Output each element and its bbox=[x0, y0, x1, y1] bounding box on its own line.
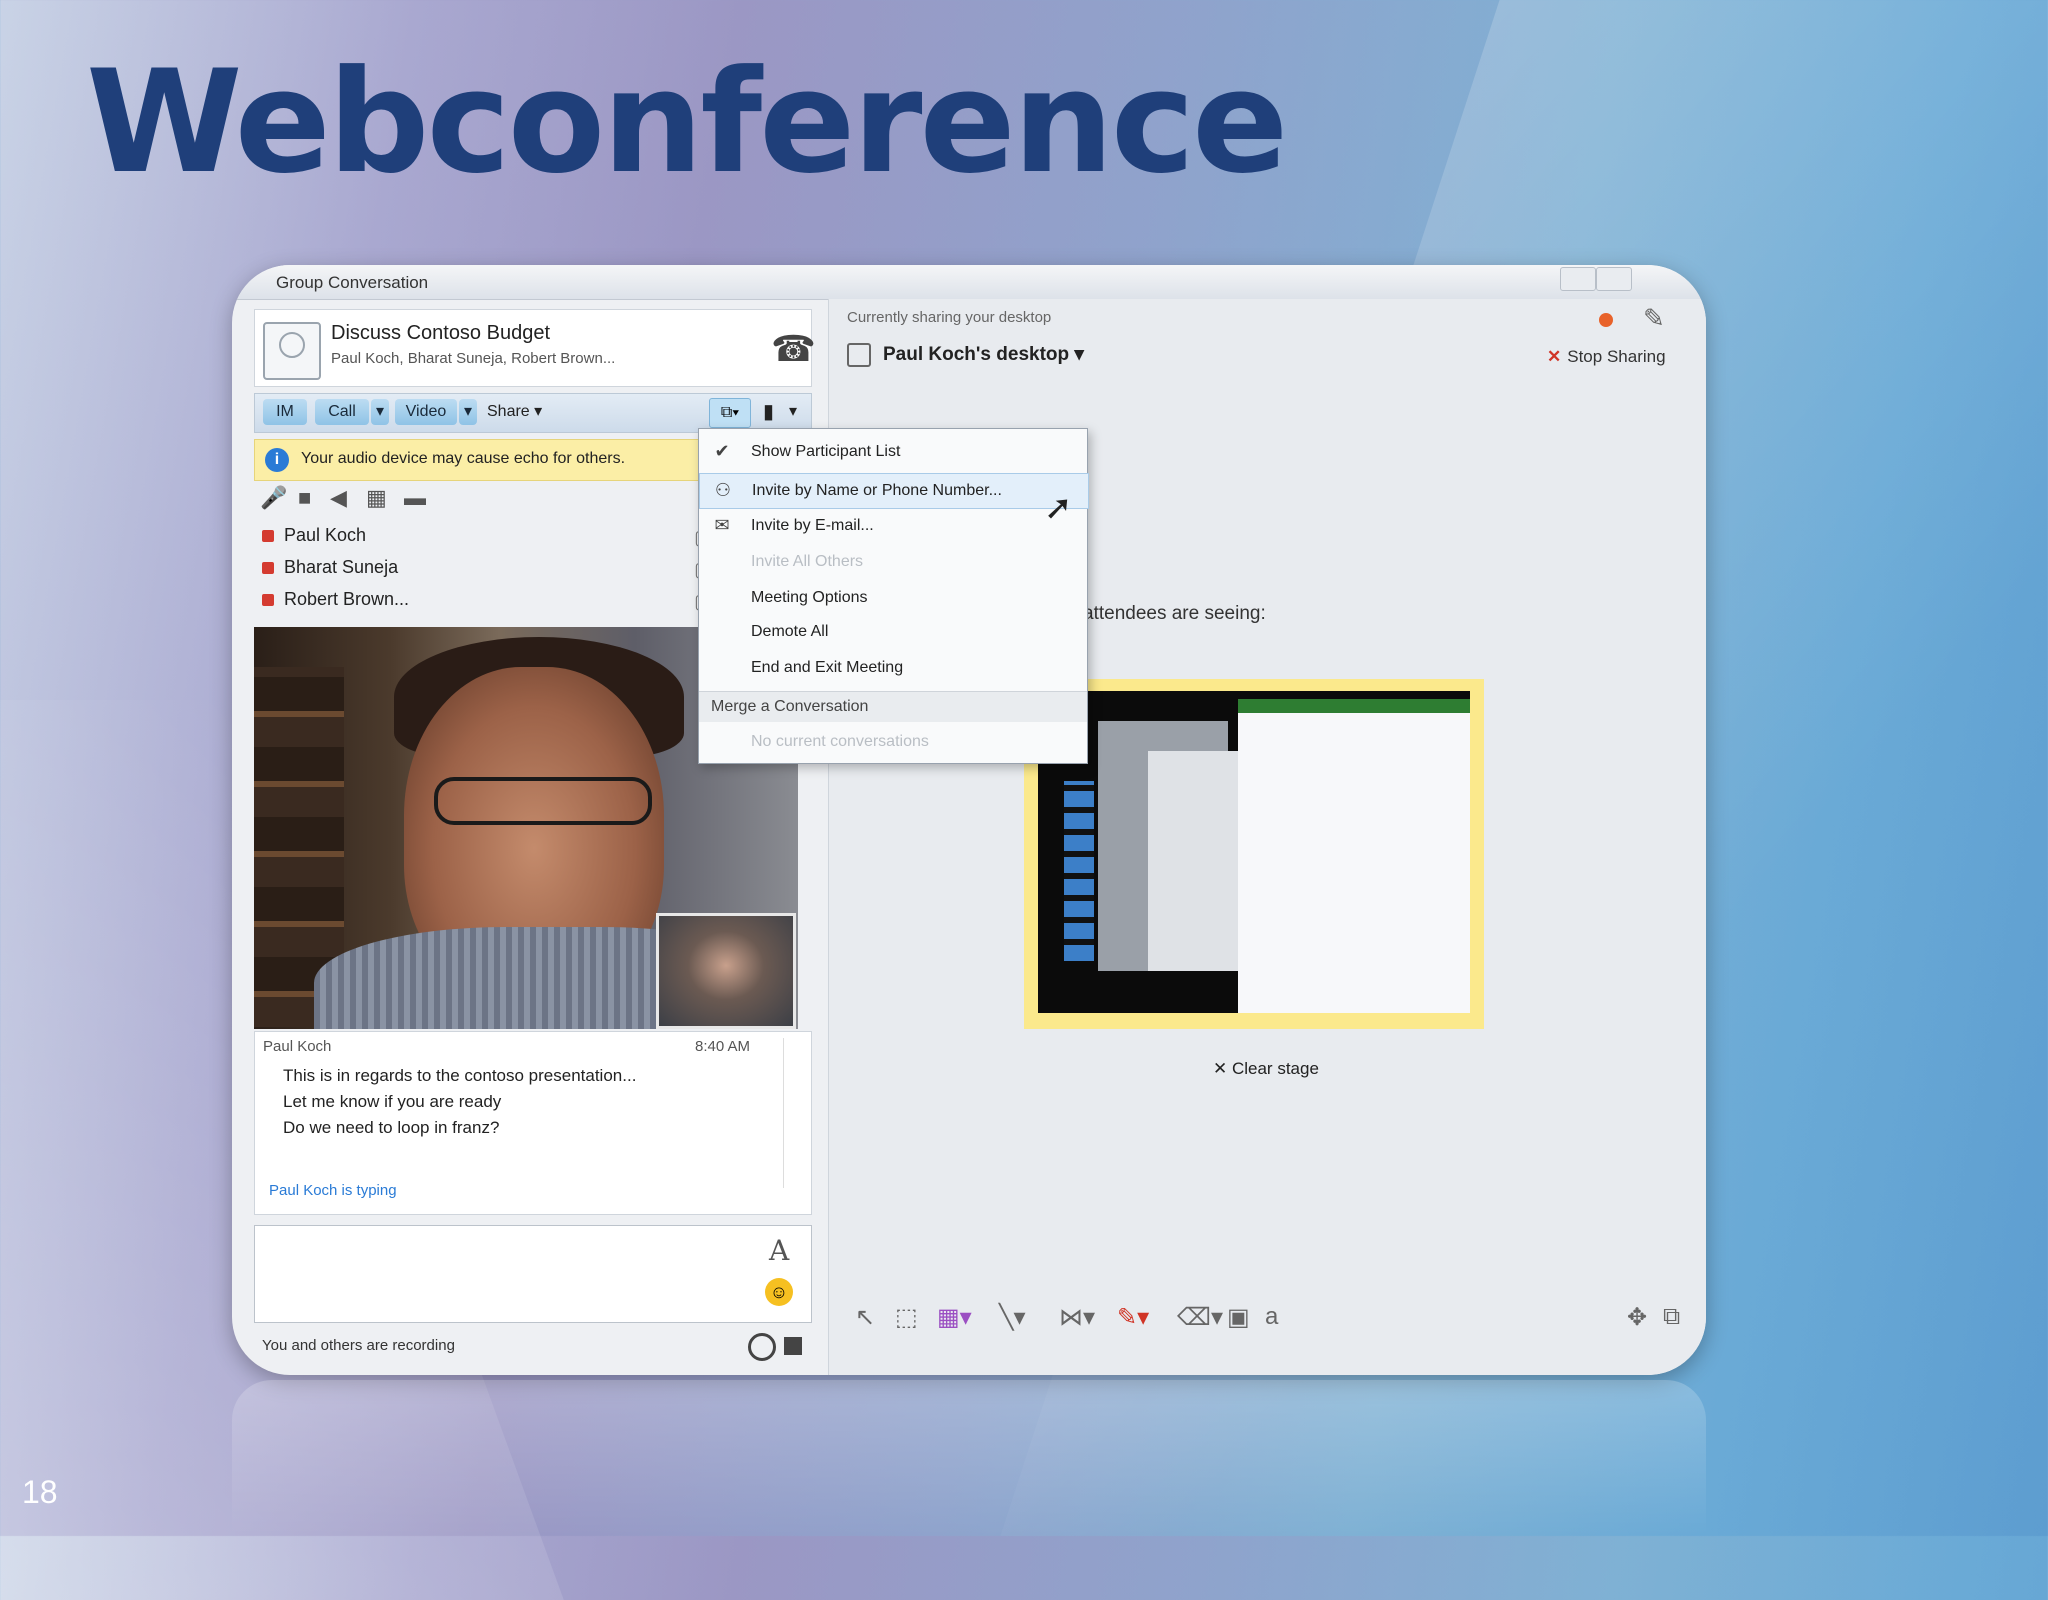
list-item[interactable]: Paul Koch bbox=[262, 525, 366, 555]
stamp-icon[interactable]: ▦▾ bbox=[937, 1303, 972, 1332]
minimize-button[interactable] bbox=[1560, 267, 1596, 291]
menu-item-invite-all-others: Invite All Others bbox=[751, 553, 864, 570]
line-icon[interactable]: ╲▾ bbox=[999, 1303, 1026, 1332]
info-icon: i bbox=[265, 448, 289, 472]
presence-icon bbox=[262, 594, 274, 607]
desktop-selector[interactable]: Paul Koch's desktop ▾ bbox=[847, 343, 1084, 367]
slide-title: Webconference bbox=[86, 40, 1288, 205]
chat-scrollbar[interactable] bbox=[783, 1038, 804, 1188]
mic-icon[interactable]: ▮ bbox=[763, 399, 774, 425]
emoticon-icon[interactable]: ☺ bbox=[765, 1278, 793, 1306]
pointer-icon[interactable]: ↖ bbox=[855, 1303, 875, 1332]
menu-item-show-participant-list[interactable]: ✔ Show Participant List bbox=[699, 435, 1087, 469]
hold-icon[interactable]: ■ bbox=[298, 485, 311, 511]
video-dropdown-button[interactable]: ▾ bbox=[459, 399, 477, 425]
sharing-status: Currently sharing your desktop bbox=[847, 309, 1052, 326]
recording-indicator-icon bbox=[1599, 313, 1613, 327]
presence-icon bbox=[262, 530, 274, 543]
menu-item-invite-by-email[interactable]: ✉ Invite by E-mail... bbox=[699, 509, 1087, 543]
popout-icon[interactable]: ⧉ bbox=[1663, 1303, 1680, 1331]
call-button[interactable]: Call bbox=[315, 399, 369, 425]
chat-message: Let me know if you are ready bbox=[283, 1092, 502, 1111]
folder-icon[interactable]: ▬ bbox=[404, 485, 426, 511]
call-dropdown-button[interactable]: ▾ bbox=[371, 399, 389, 425]
shared-desktop-preview bbox=[1024, 679, 1484, 1029]
audio-warning-bar: i Your audio device may cause echo for o… bbox=[254, 439, 756, 481]
chat-time: 8:40 AM bbox=[695, 1038, 751, 1055]
list-item[interactable]: Robert Brown... bbox=[262, 589, 409, 619]
window-titlebar: Group Conversation bbox=[232, 265, 1706, 300]
message-input[interactable]: A ☺ bbox=[254, 1225, 812, 1323]
im-button[interactable]: IM bbox=[263, 399, 307, 425]
participant-options-icon[interactable]: ⧉▾ bbox=[709, 398, 751, 428]
pen-icon[interactable]: ✎ bbox=[1643, 303, 1665, 334]
text-icon[interactable]: a bbox=[1265, 1303, 1278, 1331]
conversation-participants: Paul Koch, Bharat Suneja, Robert Brown..… bbox=[331, 350, 616, 367]
annotation-toolbar: ↖ ⬚ ▦▾ ╲▾ ⋈▾ ✎▾ ⌫▾ ▣ a ✥ ⧉ bbox=[847, 1303, 1697, 1343]
menu-item-meeting-options[interactable]: Meeting Options bbox=[699, 581, 1087, 615]
chat-message: Do we need to loop in franz? bbox=[283, 1118, 500, 1137]
stop-recording-icon[interactable] bbox=[784, 1337, 802, 1355]
select-icon[interactable]: ⬚ bbox=[895, 1303, 918, 1332]
mute-icon[interactable]: 🎤 bbox=[260, 485, 287, 511]
recording-status: You and others are recording bbox=[262, 1337, 455, 1354]
shape-icon[interactable]: ⋈▾ bbox=[1059, 1303, 1095, 1332]
group-avatar-icon bbox=[263, 322, 321, 380]
frame-icon[interactable]: ▣ bbox=[1227, 1303, 1250, 1332]
participant-options-menu: ✔ Show Participant List ⚇ Invite by Name… bbox=[698, 428, 1089, 764]
status-bar: You and others are recording bbox=[254, 1331, 810, 1361]
chat-history: Paul Koch 8:40 AM This is in regards to … bbox=[254, 1031, 812, 1215]
stop-sharing-button[interactable]: ✕ Stop Sharing bbox=[1547, 347, 1666, 367]
pause-recording-icon[interactable] bbox=[748, 1333, 776, 1361]
font-icon[interactable]: A bbox=[769, 1234, 789, 1267]
menu-item-no-conversations: No current conversations bbox=[751, 733, 929, 750]
hang-up-icon[interactable]: ☎ bbox=[771, 328, 816, 370]
video-button[interactable]: Video bbox=[395, 399, 457, 425]
chat-message: This is in regards to the contoso presen… bbox=[283, 1066, 637, 1085]
conversation-header: Discuss Contoso Budget Paul Koch, Bharat… bbox=[254, 309, 816, 387]
navigate-icon[interactable]: ✥ bbox=[1627, 1303, 1647, 1332]
pen-color-icon[interactable]: ✎▾ bbox=[1117, 1303, 1149, 1332]
person-glasses bbox=[434, 777, 652, 825]
slide-number: 18 bbox=[22, 1474, 58, 1510]
typing-indicator: Paul Koch is typing bbox=[269, 1182, 397, 1199]
envelope-icon: ✉ bbox=[714, 515, 730, 535]
maximize-button[interactable] bbox=[1596, 267, 1632, 291]
self-preview-video bbox=[656, 913, 796, 1029]
invite-person-icon: ⚇ bbox=[714, 480, 732, 500]
chat-sender: Paul Koch bbox=[263, 1038, 332, 1055]
conversation-title: Discuss Contoso Budget bbox=[331, 322, 551, 344]
participant-tools: 🎤 ■ ◀ ▦ ▬ bbox=[254, 485, 734, 515]
conversation-toolbar: IM Call ▾ Video ▾ Share ▾ ⧉▾ ▮ ▾ bbox=[254, 393, 812, 433]
window-reflection bbox=[232, 1380, 1706, 1536]
taskbar-strip bbox=[1064, 781, 1094, 961]
window-title: Group Conversation bbox=[276, 273, 429, 292]
clear-stage-button[interactable]: ✕ Clear stage bbox=[1213, 1059, 1319, 1079]
overflow-icon[interactable]: ▾ bbox=[789, 399, 797, 425]
list-item[interactable]: Bharat Suneja bbox=[262, 557, 398, 587]
checkmark-icon: ✔ bbox=[714, 441, 730, 461]
speaker-icon[interactable]: ◀ bbox=[330, 485, 347, 511]
eraser-icon[interactable]: ⌫▾ bbox=[1177, 1303, 1223, 1332]
monitor-icon bbox=[847, 343, 871, 367]
menu-section-header: Merge a Conversation bbox=[699, 691, 1087, 722]
desktop-thumbnail bbox=[1038, 691, 1470, 1013]
presence-icon bbox=[262, 562, 274, 575]
menu-item-demote-all[interactable]: Demote All bbox=[699, 615, 1087, 649]
mouse-cursor-icon: ➚ bbox=[1044, 489, 1073, 527]
menu-item-end-and-exit[interactable]: End and Exit Meeting bbox=[699, 651, 1087, 685]
menu-item-invite-by-name[interactable]: ⚇ Invite by Name or Phone Number... bbox=[699, 473, 1089, 509]
share-button[interactable]: Share ▾ bbox=[487, 399, 542, 425]
close-icon: ✕ bbox=[1547, 347, 1562, 366]
audio-warning-text: Your audio device may cause echo for oth… bbox=[301, 450, 626, 467]
spreadsheet-thumbnail bbox=[1238, 699, 1470, 1013]
attendees-label: attendees are seeing: bbox=[1083, 603, 1266, 624]
dialpad-icon[interactable]: ▦ bbox=[366, 485, 387, 511]
